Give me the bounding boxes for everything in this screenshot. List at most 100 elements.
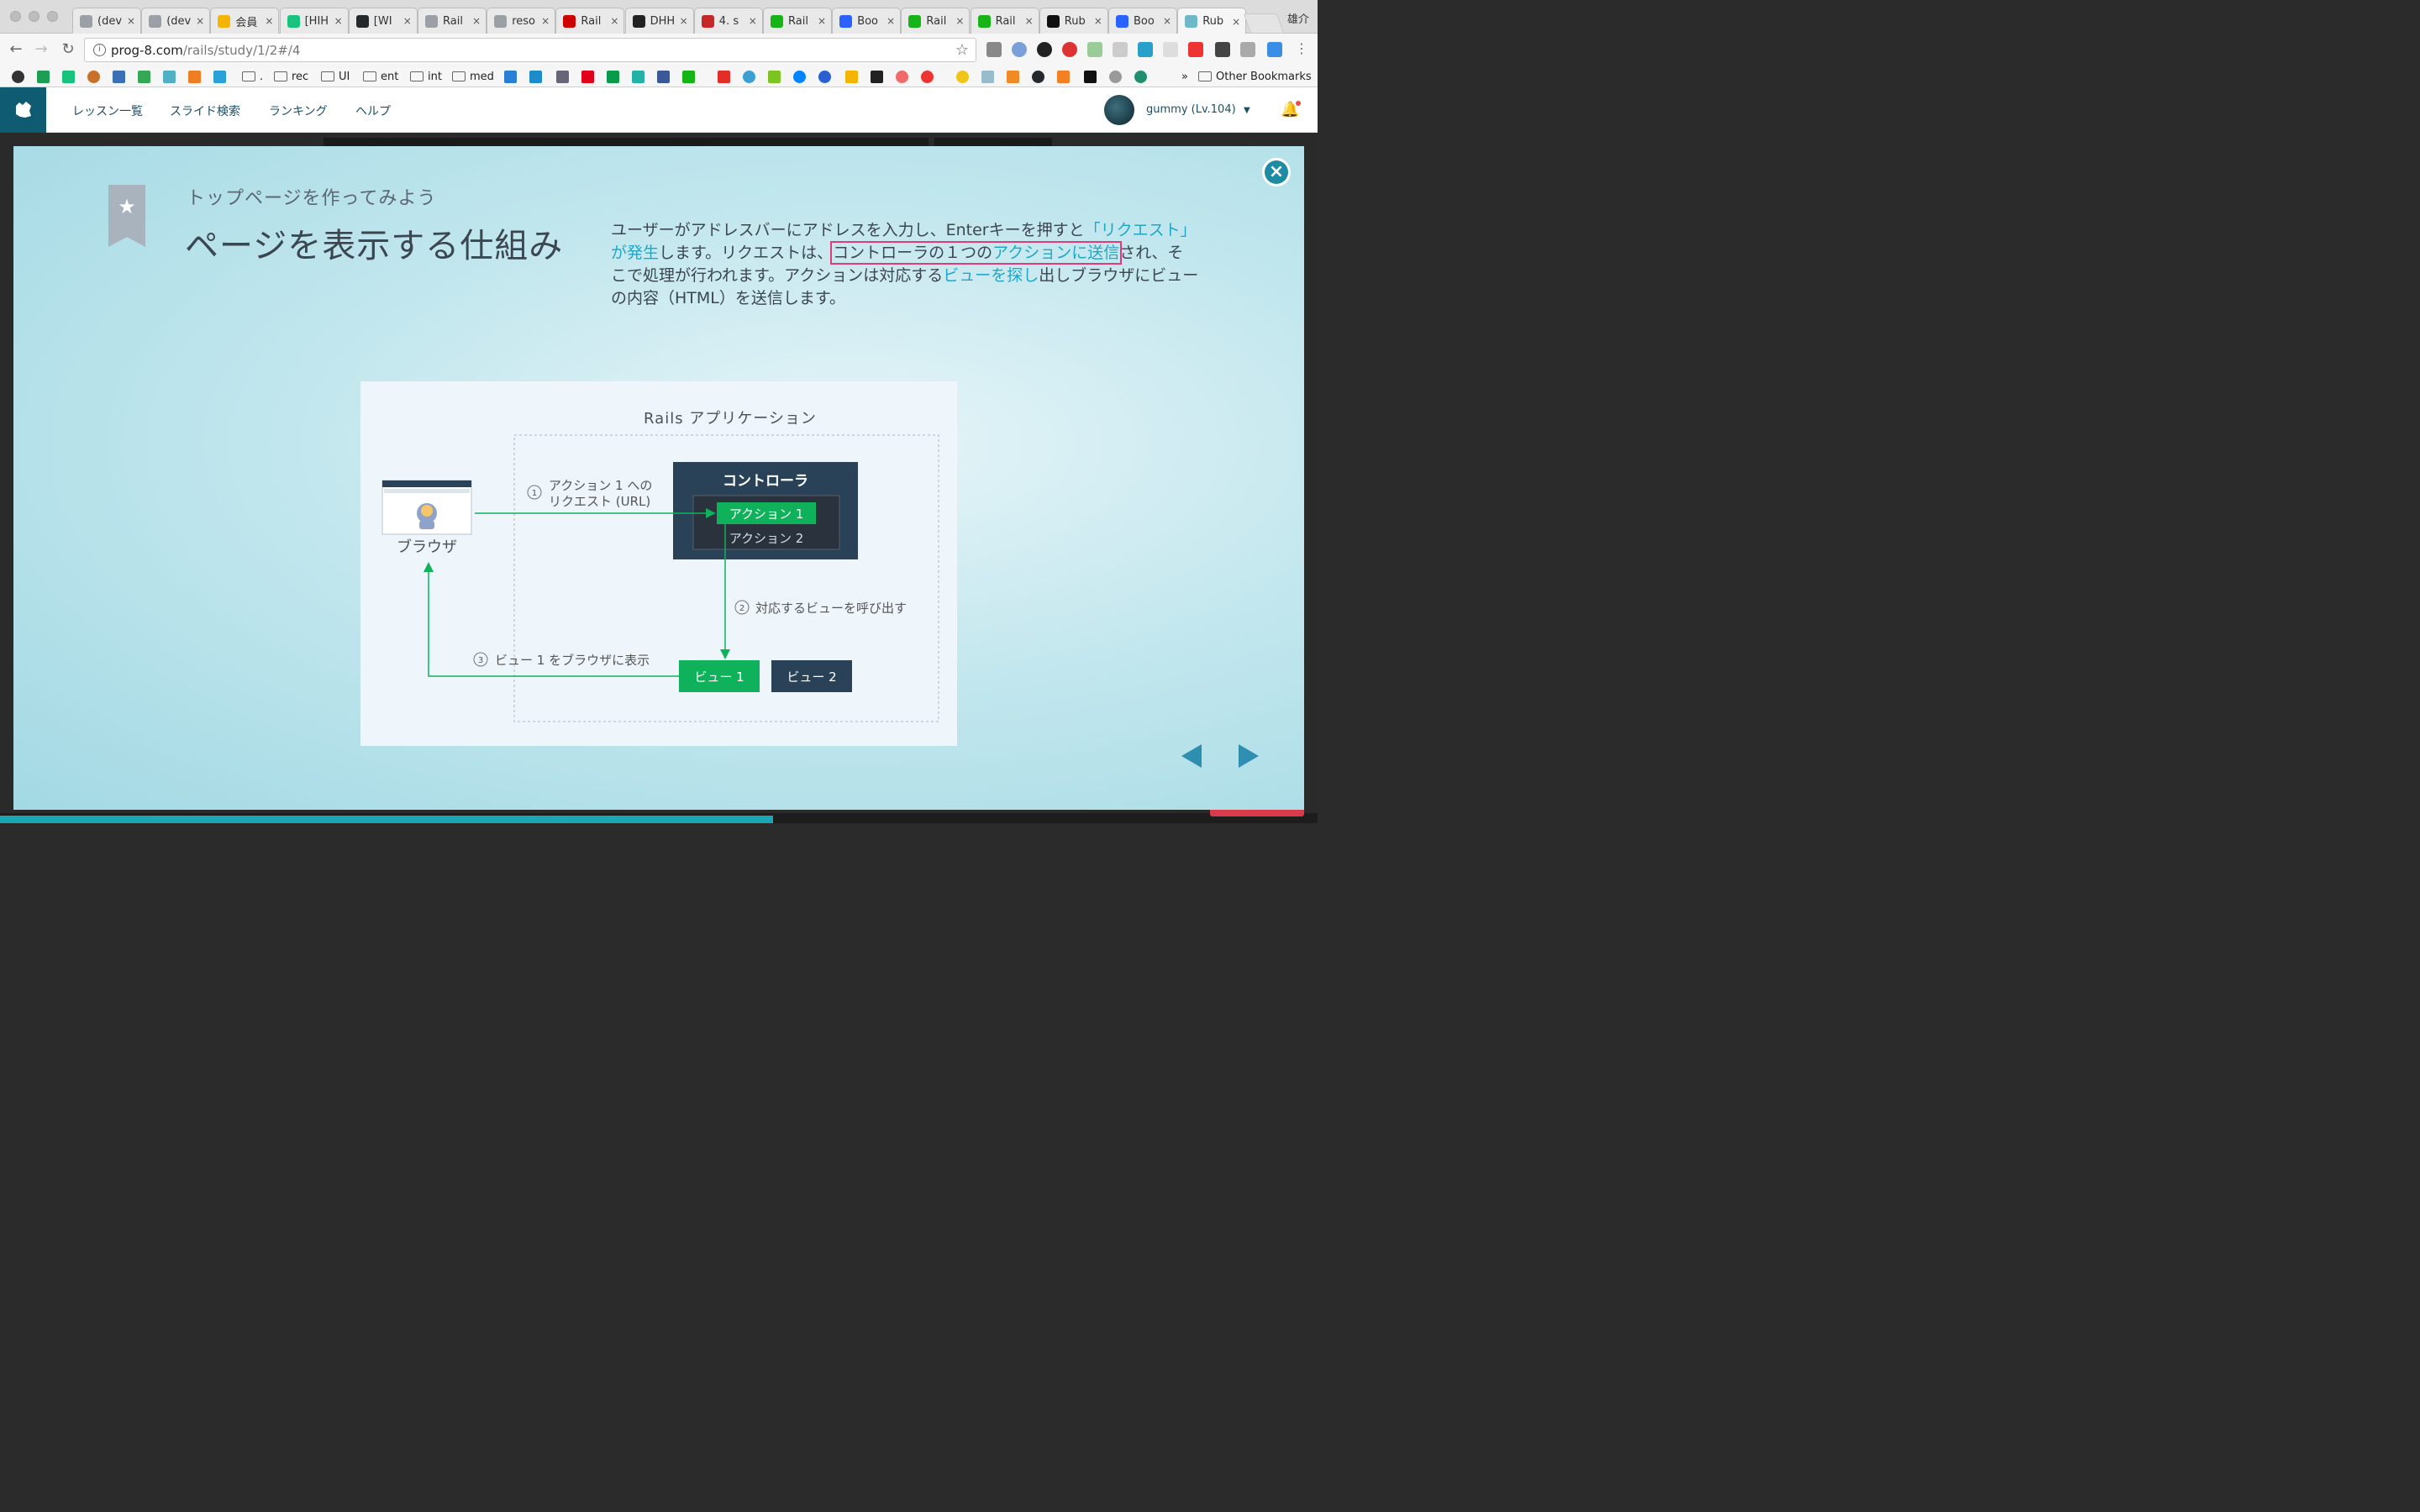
github-icon[interactable] [1032,70,1044,83]
back-icon[interactable]: ← [7,40,25,58]
browser-tab[interactable]: Rub × [1177,8,1247,34]
messenger-icon[interactable] [793,70,806,83]
extension-icon[interactable] [1087,42,1102,57]
tab-close-icon[interactable]: × [954,15,965,27]
forward-icon[interactable]: → [32,40,50,58]
reload-icon[interactable]: ↻ [59,40,77,58]
bookmark-folder[interactable]: . [242,69,263,84]
browser-tab[interactable]: 会員 × [210,8,280,34]
tab-close-icon[interactable]: × [1230,16,1242,28]
youtube-extension-icon[interactable] [1188,42,1203,57]
tab-close-icon[interactable]: × [333,15,345,27]
extension-icon[interactable] [1240,42,1255,57]
bookmark-icon[interactable] [213,70,226,83]
tab-close-icon[interactable]: × [539,15,551,27]
other-bookmarks[interactable]: Other Bookmarks [1198,69,1312,84]
browser-tab[interactable]: [WI × [348,8,418,34]
tab-close-icon[interactable]: × [885,15,897,27]
bookmark-icon[interactable] [818,70,831,83]
bookmark-icon[interactable] [768,70,781,83]
bookmark-icon[interactable] [1134,70,1147,83]
extension-icon[interactable] [1012,42,1027,57]
bookmarks-overflow[interactable]: » [1181,69,1188,84]
tab-close-icon[interactable]: × [747,15,759,27]
profile-name[interactable]: 雄介 [1287,10,1309,26]
browser-tab[interactable]: Rub × [1039,8,1108,34]
browser-tab[interactable]: 4. s × [693,8,763,34]
browser-tab[interactable]: Boo × [832,8,902,34]
tab-close-icon[interactable]: × [402,15,413,27]
nav-help[interactable]: ヘルプ [355,102,391,119]
bookmark-icon[interactable] [1084,70,1097,83]
drive-icon[interactable] [845,70,858,83]
tab-close-icon[interactable]: × [1023,15,1035,27]
tab-close-icon[interactable]: × [125,15,137,27]
browser-tab[interactable]: reso × [487,8,556,34]
progate-logo[interactable] [0,87,46,133]
close-button[interactable]: × [1262,158,1291,186]
bookmark-folder[interactable]: UI [321,69,350,84]
bookmark-icon[interactable] [556,70,569,83]
browser-tab[interactable]: (dev × [72,8,141,34]
site-info-icon[interactable]: i [93,44,106,56]
extension-icon[interactable] [1062,42,1077,57]
bookmark-folder[interactable]: ent [363,69,398,84]
bookmark-icon[interactable] [1109,70,1122,83]
gmail-icon[interactable] [718,70,730,83]
bookmark-icon[interactable] [113,70,125,83]
nav-ranking[interactable]: ランキング [269,102,328,119]
bookmark-ribbon-icon[interactable]: ★ [108,185,145,247]
bookmark-icon[interactable] [62,70,75,83]
extension-icon[interactable] [1163,42,1178,57]
browser-tab[interactable]: Rail × [970,8,1039,34]
facebook-icon[interactable] [657,70,670,83]
extension-icon[interactable] [1215,42,1230,57]
tab-close-icon[interactable]: × [194,15,206,27]
window-close-button[interactable] [10,11,21,22]
browser-tab[interactable]: Rail × [763,8,832,34]
bookmark-icon[interactable] [529,70,542,83]
bookmark-icon[interactable] [607,70,619,83]
extension-icon[interactable] [1037,42,1052,57]
extension-icon[interactable] [1113,42,1128,57]
bookmark-icon[interactable] [743,70,755,83]
tab-close-icon[interactable]: × [1092,15,1104,27]
tab-close-icon[interactable]: × [263,15,275,27]
bookmark-icon[interactable] [581,70,594,83]
browser-tab[interactable]: [HIH × [279,8,349,34]
tab-close-icon[interactable]: × [678,15,690,27]
bookmark-folder[interactable]: med [452,69,494,84]
next-slide-button[interactable] [1239,744,1259,768]
new-tab-button[interactable] [1243,13,1285,34]
bookmark-folder[interactable]: int [410,69,442,84]
bookmark-icon[interactable] [1007,70,1019,83]
download-extension-icon[interactable] [1267,42,1282,57]
chevron-down-icon[interactable]: ▼ [1244,106,1250,115]
window-zoom-button[interactable] [47,11,58,22]
tab-close-icon[interactable]: × [608,15,620,27]
extension-icon[interactable] [1138,42,1153,57]
browser-tab[interactable]: Rail × [555,8,625,34]
bookmark-folder[interactable]: rec [274,69,308,84]
sheets-icon[interactable] [37,70,50,83]
address-bar[interactable]: i prog-8.com/rails/study/1/2#/4 ☆ [84,38,976,62]
bookmark-icon[interactable] [682,70,695,83]
nav-lesson-list[interactable]: レッスン一覧 [72,102,143,119]
bookmark-icon[interactable] [188,70,201,83]
browser-tab[interactable]: Rail × [901,8,971,34]
browser-tab[interactable]: (dev × [141,8,211,34]
menu-icon[interactable]: ⋮ [1292,40,1311,56]
bookmark-icon[interactable] [163,70,176,83]
nav-slide-search[interactable]: スライド検索 [170,102,240,119]
browser-tab[interactable]: DHH × [624,8,694,34]
window-minimize-button[interactable] [29,11,39,22]
mail-extension-icon[interactable] [986,42,1002,57]
bookmark-icon[interactable] [956,70,969,83]
bookmark-icon[interactable] [871,70,883,83]
bookmark-icon[interactable] [981,70,994,83]
browser-tab[interactable]: Boo × [1108,8,1177,34]
browser-tab[interactable]: Rail × [418,8,487,34]
bookmark-icon[interactable] [138,70,150,83]
avatar[interactable] [1104,95,1134,125]
bookmark-icon[interactable] [632,70,644,83]
